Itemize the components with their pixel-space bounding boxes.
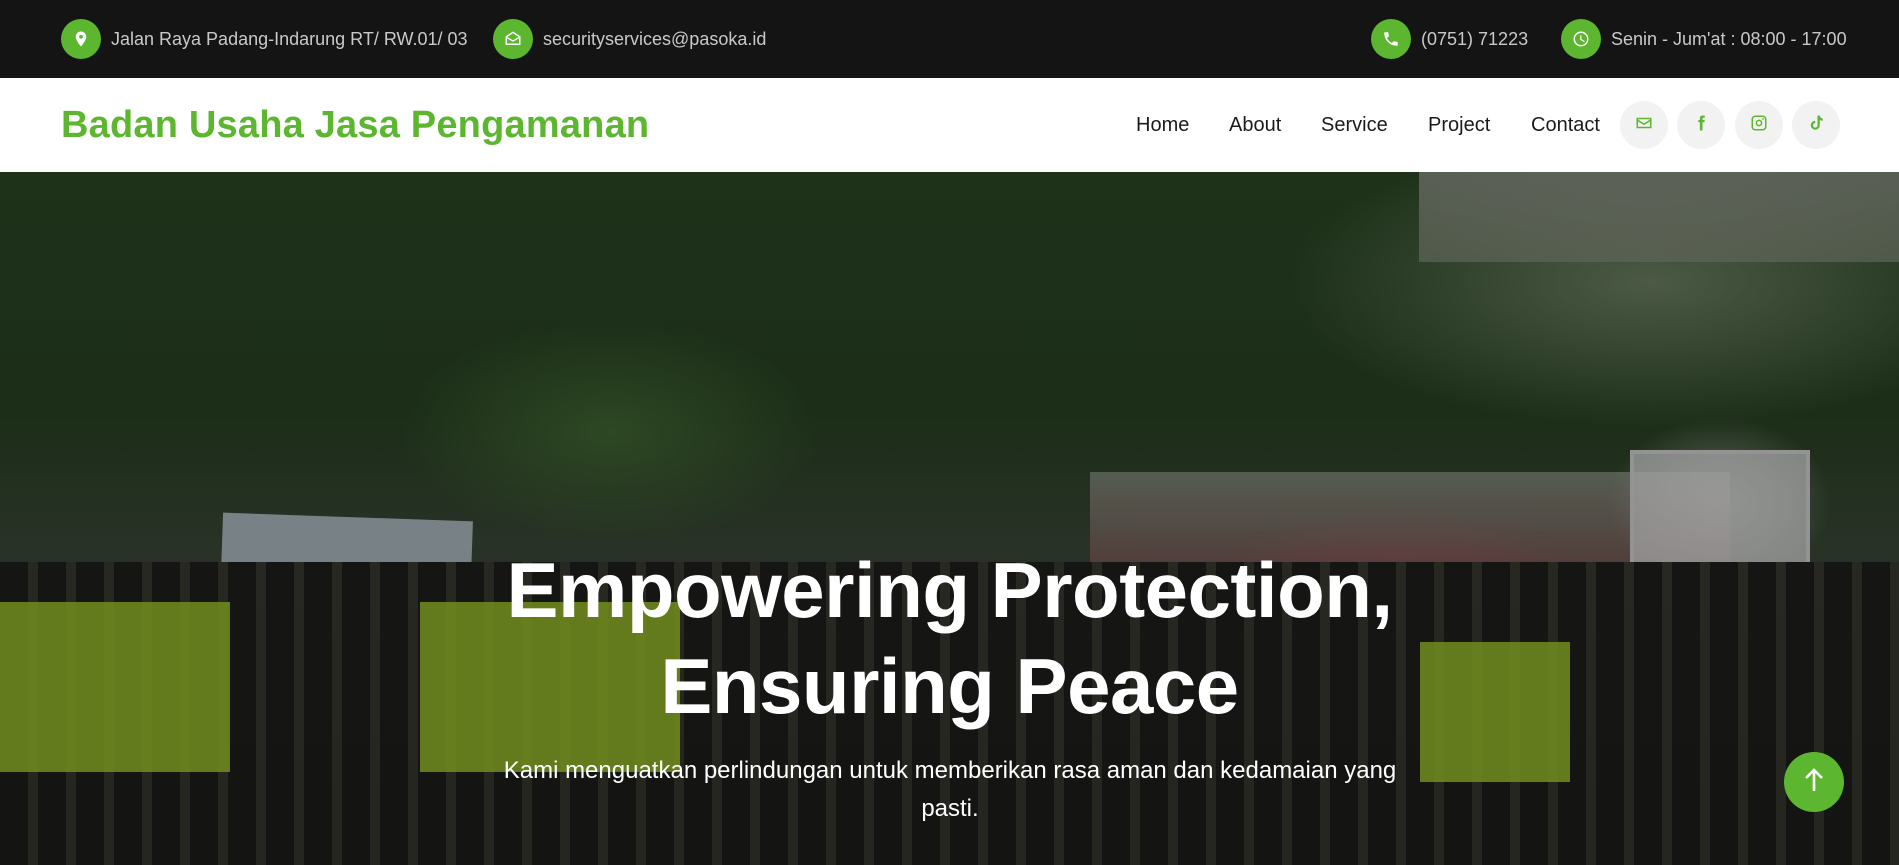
email-text[interactable]: securityservices@pasoka.id: [543, 29, 766, 50]
main-navbar: Badan Usaha Jasa Pengamanan Home About S…: [0, 78, 1899, 172]
map-pin-icon: [61, 19, 101, 59]
hero-subtitle-line: Kami menguatkan perlindungan untuk membe…: [503, 757, 1397, 784]
social-email-button[interactable]: [1620, 101, 1668, 149]
nav-link-project[interactable]: Project: [1428, 78, 1490, 172]
top-info-bar: Jalan Raya Padang-Indarung RT/ RW.01/ 03…: [0, 0, 1899, 78]
clock-icon: [1561, 19, 1601, 59]
arrow-up-icon: [1803, 767, 1825, 798]
nav-link-home[interactable]: Home: [1136, 78, 1189, 172]
facebook-icon: [1692, 114, 1710, 137]
hero-section: Empowering Protection, Ensuring Peace Ka…: [0, 172, 1899, 865]
back-to-top-button[interactable]: [1784, 752, 1844, 812]
address-text: Jalan Raya Padang-Indarung RT/ RW.01/ 03: [111, 28, 468, 49]
phone-info[interactable]: (0751) 71223: [1371, 0, 1528, 78]
social-facebook-button[interactable]: [1677, 101, 1725, 149]
nav-link-about[interactable]: About: [1229, 78, 1281, 172]
email-info[interactable]: securityservices@pasoka.id: [493, 0, 766, 78]
hours-text: Senin - Jum'at : 08:00 - 17:00: [1611, 28, 1847, 49]
social-tiktok-button[interactable]: [1792, 101, 1840, 149]
phone-icon: [1371, 19, 1411, 59]
hours-info: Senin - Jum'at : 08:00 - 17:00: [1561, 0, 1847, 78]
social-instagram-button[interactable]: [1735, 101, 1783, 149]
phone-text[interactable]: (0751) 71223: [1421, 29, 1528, 50]
hero-subtitle: Kami menguatkan perlindungan untuk membe…: [470, 752, 1430, 828]
hero-subtitle-line: pasti.: [921, 795, 979, 822]
nav-link-service[interactable]: Service: [1321, 78, 1388, 172]
hero-title-line: Empowering Protection,: [506, 546, 1393, 634]
instagram-icon: [1750, 114, 1768, 137]
hero-title: Empowering Protection, Ensuring Peace: [0, 542, 1899, 734]
nav-link-contact[interactable]: Contact: [1531, 78, 1600, 172]
tiktok-icon: [1807, 114, 1825, 137]
address-info: Jalan Raya Padang-Indarung RT/ RW.01/ 03: [61, 0, 468, 78]
hero-title-line: Ensuring Peace: [660, 642, 1239, 730]
envelope-icon: [1635, 114, 1653, 137]
brand-logo-text[interactable]: Badan Usaha Jasa Pengamanan: [61, 78, 649, 172]
envelope-open-icon: [493, 19, 533, 59]
